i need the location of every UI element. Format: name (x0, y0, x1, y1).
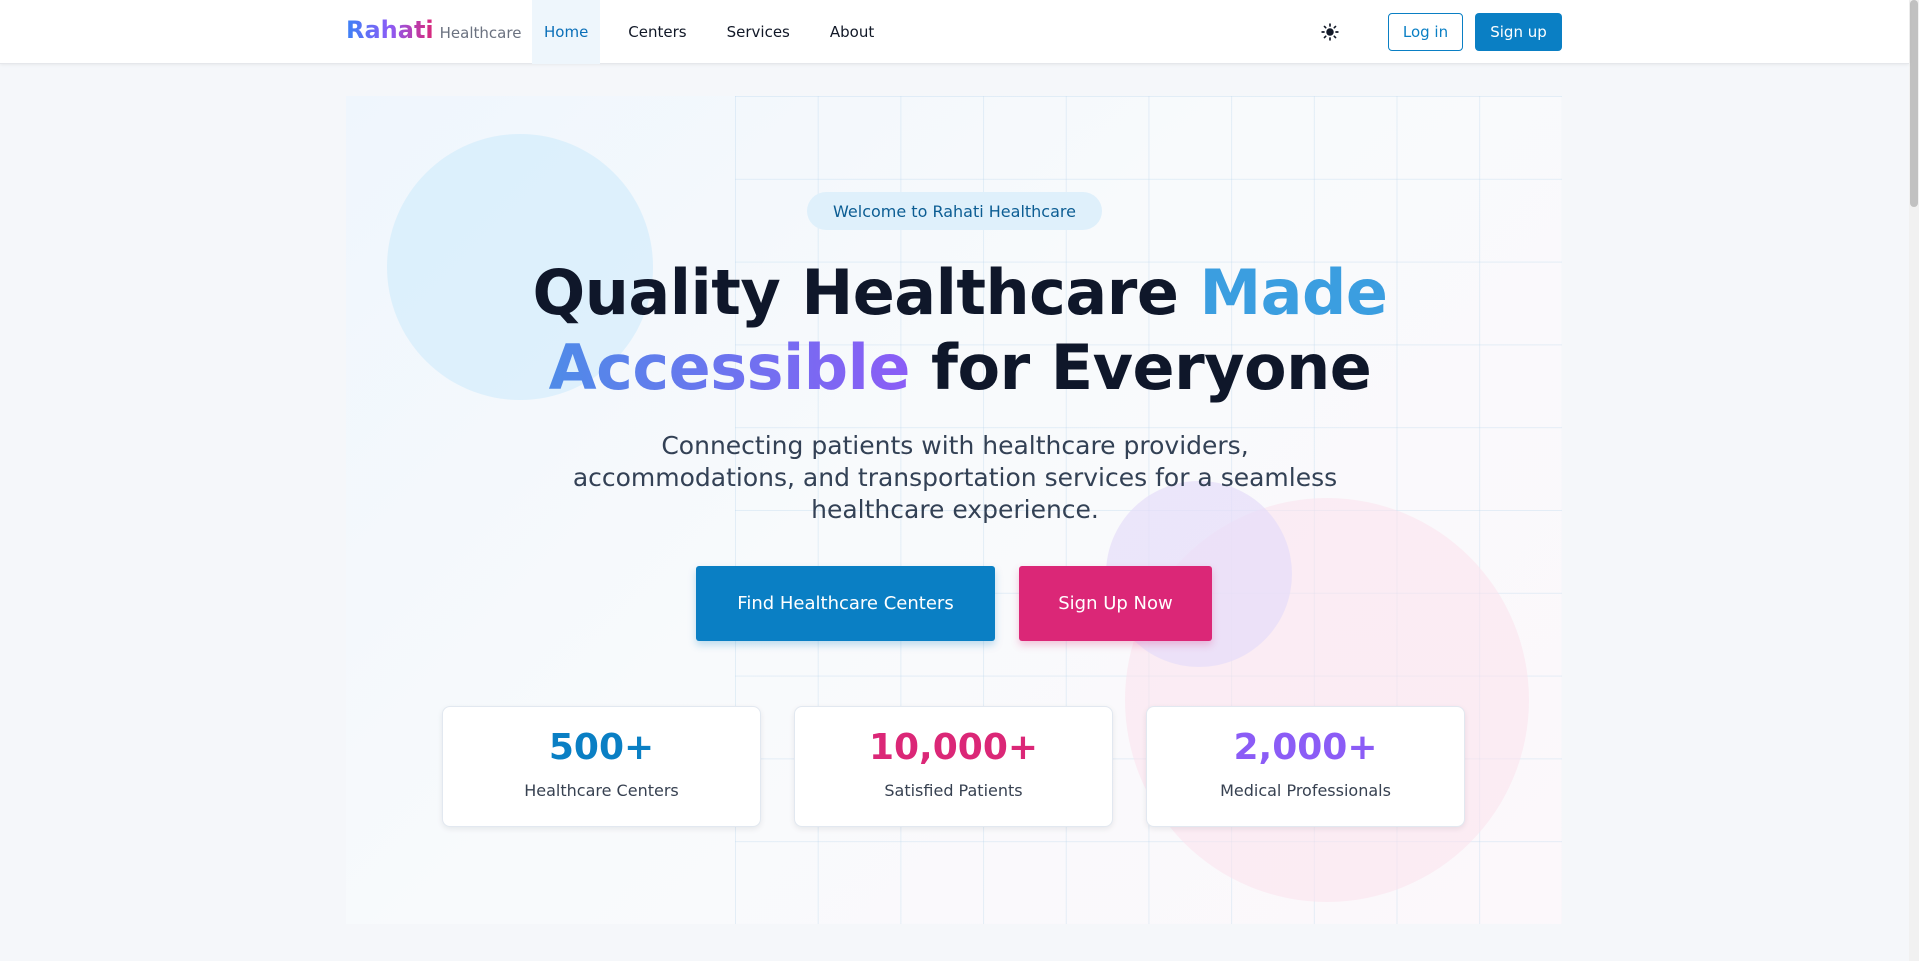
nav-item-centers[interactable]: Centers (616, 0, 698, 64)
nav-item-services[interactable]: Services (715, 0, 802, 64)
top-navbar: Rahati Healthcare Home Centers Services … (0, 0, 1909, 64)
headline-part-1: Quality Healthcare (532, 256, 1200, 329)
main-nav: Home Centers Services About (532, 0, 902, 64)
sun-icon (1321, 23, 1339, 41)
stat-card-professionals: 2,000+ Medical Professionals (1146, 706, 1465, 827)
vertical-scrollbar[interactable] (1909, 0, 1919, 961)
headline-highlight-accessible: Accessible (548, 331, 911, 404)
stat-value: 2,000+ (1233, 727, 1378, 768)
stat-value: 10,000+ (868, 727, 1039, 768)
stat-label: Healthcare Centers (524, 781, 679, 800)
stat-value: 500+ (548, 727, 655, 768)
stat-card-patients: 10,000+ Satisfied Patients (794, 706, 1113, 827)
signup-button[interactable]: Sign up (1475, 13, 1562, 51)
headline-highlight-made: Made (1199, 256, 1388, 329)
welcome-badge: Welcome to Rahati Healthcare (807, 192, 1102, 230)
sign-up-now-button[interactable]: Sign Up Now (1019, 566, 1212, 641)
stat-label: Satisfied Patients (884, 781, 1023, 800)
brand-logo[interactable]: Rahati Healthcare (346, 16, 521, 44)
theme-toggle-button[interactable] (1318, 20, 1342, 44)
stat-card-centers: 500+ Healthcare Centers (442, 706, 761, 827)
find-healthcare-centers-button[interactable]: Find Healthcare Centers (696, 566, 995, 641)
nav-item-home[interactable]: Home (532, 0, 601, 64)
brand-name: Rahati (346, 16, 434, 44)
headline-part-2: for Everyone (909, 331, 1372, 404)
nav-item-about[interactable]: About (818, 0, 886, 64)
stat-label: Medical Professionals (1220, 781, 1391, 800)
login-button[interactable]: Log in (1388, 13, 1463, 51)
brand-subtitle: Healthcare (439, 24, 522, 42)
hero-headline: Quality Healthcare Made Accessible for Ev… (460, 255, 1460, 405)
hero-subtext: Connecting patients with healthcare prov… (572, 431, 1338, 524)
scrollbar-thumb[interactable] (1910, 0, 1918, 207)
